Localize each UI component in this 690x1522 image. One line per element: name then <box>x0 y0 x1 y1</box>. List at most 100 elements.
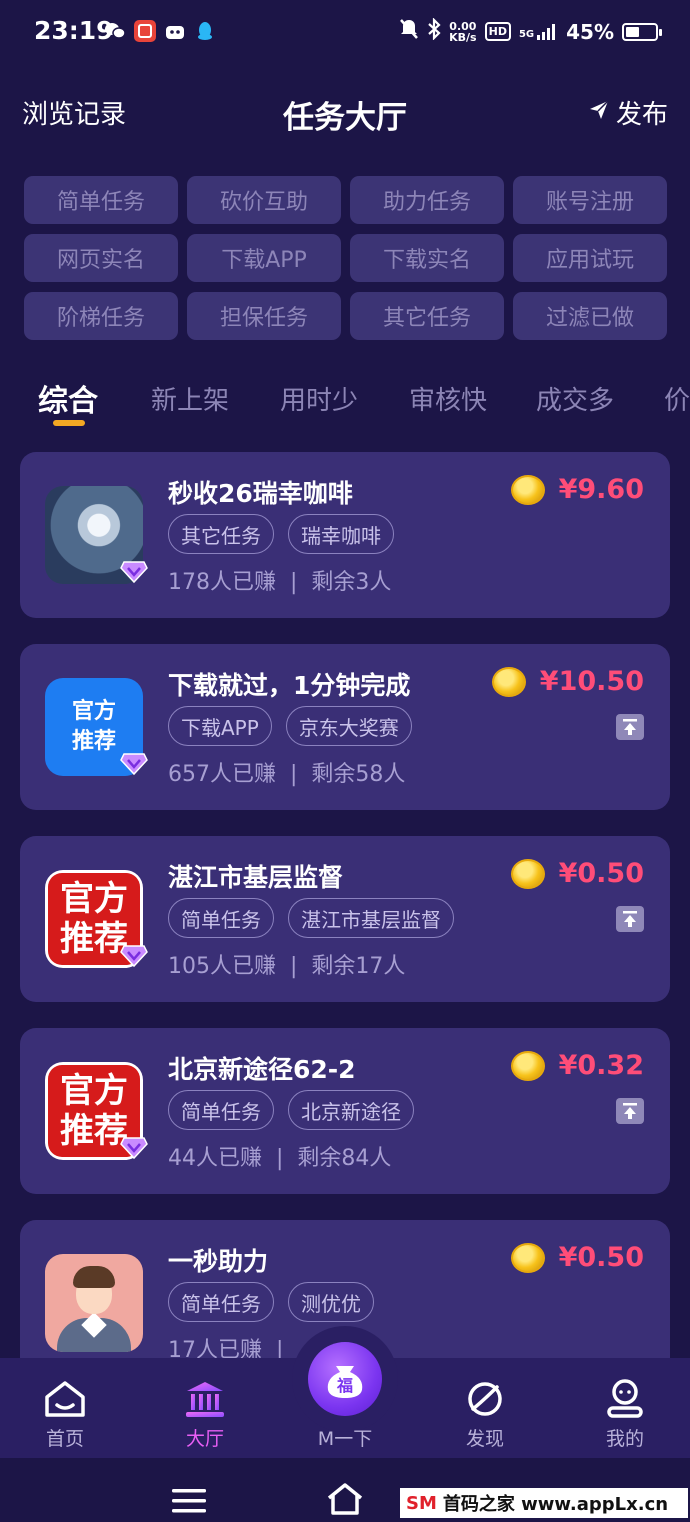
task-card[interactable]: 官方推荐 北京新途径62-2 简单任务 北京新途径 44人已赚 | 剩余84人 ¥0… <box>20 1028 670 1194</box>
remaining-count: 剩余84人 <box>297 1146 392 1171</box>
tab-least-time[interactable]: 用时少 <box>280 380 358 417</box>
notification-icons <box>104 20 216 42</box>
category-chip[interactable]: 简单任务 <box>24 176 178 224</box>
category-chip[interactable]: 应用试玩 <box>513 234 667 282</box>
hd-badge: HD <box>484 22 511 41</box>
task-card[interactable]: 官方推荐 湛江市基层监督 简单任务 湛江市基层监督 105人已赚 | 剩余17人 ¥… <box>20 836 670 1002</box>
user-icon <box>585 1378 665 1420</box>
category-chip[interactable]: 下载实名 <box>350 234 504 282</box>
category-chip[interactable]: 下载APP <box>187 234 341 282</box>
system-home-icon[interactable] <box>326 1482 364 1520</box>
pin-top-icon[interactable] <box>616 906 644 932</box>
nav-hall[interactable]: 大厅 <box>165 1378 245 1451</box>
tab-comprehensive[interactable]: 综合 <box>38 376 98 420</box>
planet-icon <box>445 1378 525 1420</box>
status-bar: 23:19 0.00 KB/s HD 5G 45% <box>0 0 690 66</box>
stats-divider: | <box>276 1146 284 1171</box>
pin-top-icon[interactable] <box>616 714 644 740</box>
m-action-button[interactable]: 福 <box>308 1342 382 1416</box>
publish-label: 发布 <box>615 100 668 130</box>
send-icon <box>588 98 610 128</box>
icon-text: 官方推荐 <box>71 699 116 754</box>
stats-divider: | <box>290 570 298 595</box>
tab-most-deals[interactable]: 成交多 <box>536 380 614 417</box>
bluetooth-icon <box>427 17 441 45</box>
avatar-boy-icon <box>45 1254 143 1352</box>
price-wrap: ¥0.50 <box>510 858 644 889</box>
nav-discover-label: 发现 <box>465 1428 504 1450</box>
nav-discover[interactable]: 发现 <box>445 1378 525 1451</box>
lucky-bag-label: 福 <box>336 1376 353 1395</box>
vip-gem-icon <box>120 561 148 584</box>
active-tab-indicator <box>53 420 85 426</box>
tab-price[interactable]: 价 <box>664 380 690 417</box>
category-chip[interactable]: 阶梯任务 <box>24 292 178 340</box>
price-wrap: ¥0.50 <box>510 1242 644 1273</box>
watermark: SM 首码之家 www.appLx.cn <box>400 1488 688 1518</box>
signal-icon: 5G <box>519 23 558 40</box>
tag-row: 其它任务 瑞幸咖啡 <box>168 514 394 554</box>
earned-count: 178人已赚 <box>168 570 276 595</box>
task-card[interactable]: 秒收26瑞幸咖啡 其它任务 瑞幸咖啡 178人已赚 | 剩余3人 ¥9.60 <box>20 452 670 618</box>
task-title: 下载就过，1分钟完成 <box>168 671 411 700</box>
nav-home[interactable]: 首页 <box>25 1378 105 1451</box>
hall-icon <box>165 1378 245 1420</box>
vip-gem-icon <box>120 753 148 776</box>
category-chip[interactable]: 助力任务 <box>350 176 504 224</box>
red-app-icon <box>134 20 156 42</box>
earned-count: 657人已赚 <box>168 762 276 787</box>
tag-row: 简单任务 湛江市基层监督 <box>168 898 454 938</box>
watermark-brand: SM <box>406 1492 437 1514</box>
task-price: ¥10.50 <box>539 666 644 697</box>
lucky-bag-icon: 福 <box>327 1366 363 1398</box>
task-stats: 105人已赚 | 剩余17人 <box>168 948 405 980</box>
coin-icon <box>510 858 545 889</box>
tag-row: 简单任务 北京新途径 <box>168 1090 414 1130</box>
category-chip[interactable]: 账号注册 <box>513 176 667 224</box>
menu-icon[interactable] <box>172 1488 206 1518</box>
task-price: ¥9.60 <box>558 474 644 505</box>
mute-icon <box>399 18 419 45</box>
remaining-count: 剩余3人 <box>311 570 392 595</box>
task-price: ¥0.50 <box>558 858 644 889</box>
task-title: 秒收26瑞幸咖啡 <box>168 479 353 508</box>
category-chip[interactable]: 网页实名 <box>24 234 178 282</box>
earned-count: 44人已赚 <box>168 1146 262 1171</box>
task-tag: 北京新途径 <box>288 1090 414 1130</box>
stats-divider: | <box>290 762 298 787</box>
task-card[interactable]: 官方推荐 下载就过，1分钟完成 下载APP 京东大奖赛 657人已赚 | 剩余58人… <box>20 644 670 810</box>
vip-gem-icon <box>120 1137 148 1160</box>
task-stats: 657人已赚 | 剩余58人 <box>168 756 405 788</box>
category-grid: 简单任务 砍价互助 助力任务 账号注册 网页实名 下载APP 下载实名 应用试玩… <box>24 176 667 340</box>
qq-icon <box>194 20 216 42</box>
task-price: ¥0.32 <box>558 1050 644 1081</box>
category-chip[interactable]: 砍价互助 <box>187 176 341 224</box>
battery-icon <box>622 22 662 41</box>
task-title: 北京新途径62-2 <box>168 1055 356 1084</box>
tab-newest[interactable]: 新上架 <box>151 380 229 417</box>
category-chip[interactable]: 其它任务 <box>350 292 504 340</box>
category-chip[interactable]: 担保任务 <box>187 292 341 340</box>
publish-button[interactable]: 发布 <box>588 94 668 131</box>
task-tag: 京东大奖赛 <box>285 706 412 746</box>
task-tag: 湛江市基层监督 <box>288 898 454 938</box>
coin-icon <box>510 1050 545 1081</box>
nav-home-label: 首页 <box>45 1428 84 1450</box>
task-price: ¥0.50 <box>558 1242 644 1273</box>
coin-icon <box>491 666 526 697</box>
filter-done-chip[interactable]: 过滤已做 <box>513 292 667 340</box>
vip-gem-icon <box>120 945 148 968</box>
task-tag: 简单任务 <box>168 898 274 938</box>
pin-top-icon[interactable] <box>616 1098 644 1124</box>
remaining-count: 剩余17人 <box>311 954 406 979</box>
wechat-icon <box>104 20 126 42</box>
nav-mine[interactable]: 我的 <box>585 1378 665 1451</box>
tab-fast-review[interactable]: 审核快 <box>409 380 487 417</box>
coin-icon <box>510 1242 545 1273</box>
home-icon <box>25 1378 105 1420</box>
sort-tabs: 综合 新上架 用时少 审核快 成交多 价 <box>0 376 690 432</box>
task-tag: 测优优 <box>288 1282 374 1322</box>
nav-hall-label: 大厅 <box>185 1428 224 1450</box>
battery-level <box>626 26 639 37</box>
price-wrap: ¥9.60 <box>510 474 644 505</box>
